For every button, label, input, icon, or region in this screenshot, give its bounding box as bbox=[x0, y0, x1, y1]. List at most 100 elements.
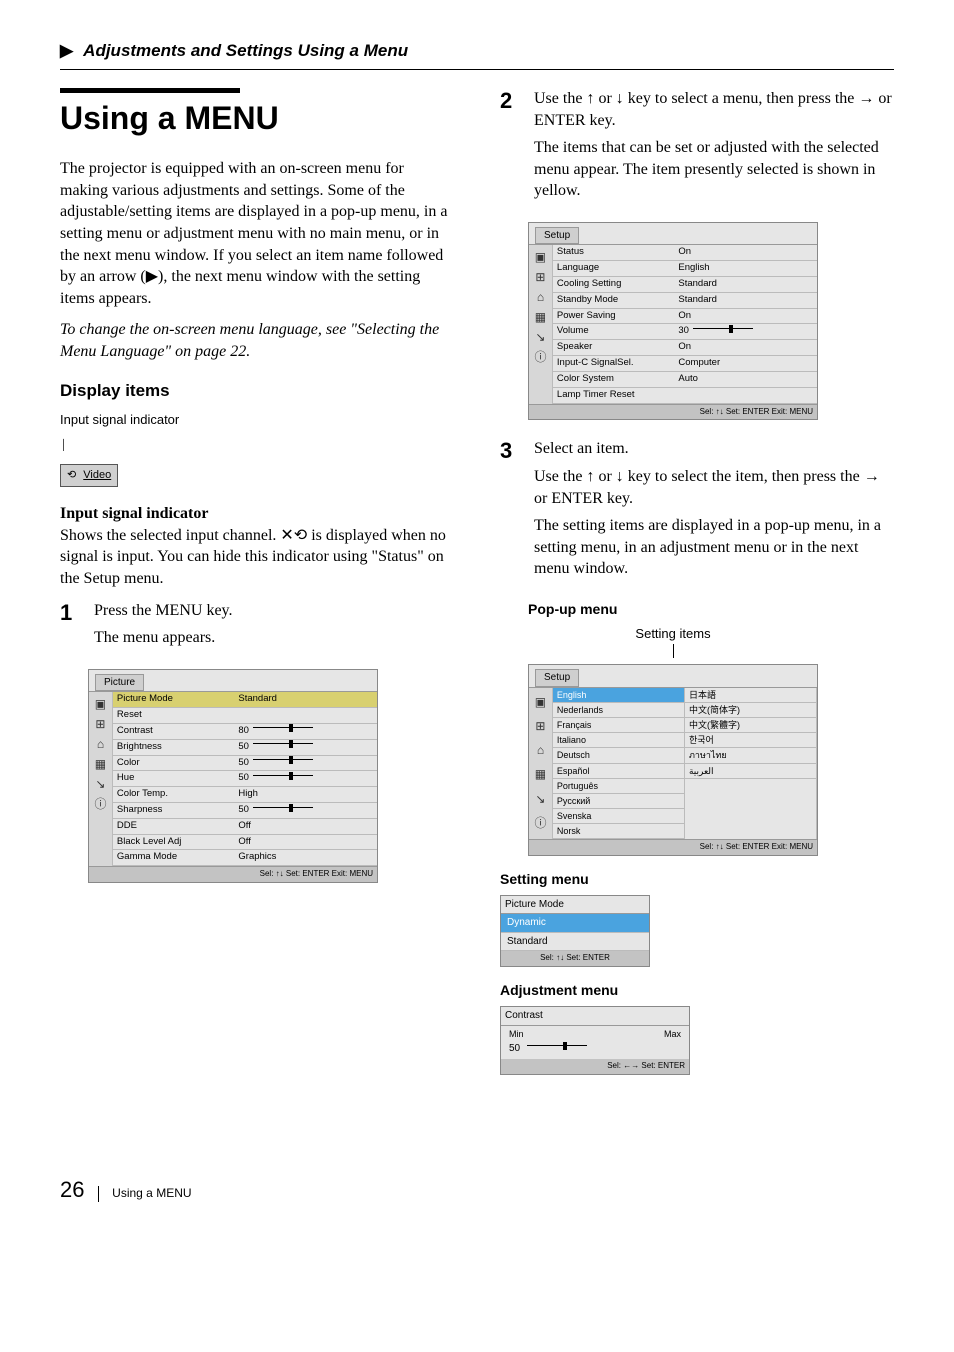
setting-option: Dynamic bbox=[501, 914, 649, 933]
no-signal-icon: ✕⟲ bbox=[280, 527, 307, 544]
osd-row: LanguageEnglish bbox=[553, 261, 817, 277]
osd-setup-tab: Setup bbox=[535, 227, 579, 245]
breadcrumb-marker: ▶ bbox=[60, 41, 73, 60]
osd-row: Hue50 bbox=[113, 771, 377, 787]
input-icon: ⟲ bbox=[67, 469, 76, 481]
adjustment-menu-box: Contrast Min Max 50 Sel: ←→ Set: ENTER bbox=[500, 1006, 690, 1075]
step-1-line1: Press the MENU key. bbox=[94, 600, 454, 622]
down-arrow-icon: ↓ bbox=[616, 468, 624, 485]
osd-icon: ⌂ bbox=[97, 738, 104, 750]
language-option: Norsk bbox=[553, 824, 684, 839]
osd-icon: ▣ bbox=[535, 251, 546, 263]
step-3-text: or ENTER key. bbox=[534, 490, 633, 507]
step-2-number: 2 bbox=[500, 88, 520, 208]
step-3: 3 Select an item. Use the ↑ or ↓ key to … bbox=[500, 438, 894, 586]
step-3-line2: The setting items are displayed in a pop… bbox=[534, 515, 894, 580]
osd-popup-footer: Sel: ↑↓ Set: ENTER Exit: MENU bbox=[529, 839, 817, 855]
page-number: 26 bbox=[60, 1177, 84, 1202]
up-arrow-icon: ↑ bbox=[586, 468, 594, 485]
step-2-line2: The items that can be set or adjusted wi… bbox=[534, 137, 894, 202]
osd-icon: ⓘ bbox=[534, 351, 546, 363]
language-option: 한국어 bbox=[685, 733, 816, 748]
osd-row: Picture ModeStandard bbox=[113, 692, 377, 707]
osd-row: StatusOn bbox=[553, 245, 817, 260]
page-footer-label: Using a MENU bbox=[112, 1186, 191, 1200]
osd-popup-icon-rail: ▣ ⊞ ⌂ ▦ ↘ ⓘ bbox=[529, 688, 553, 839]
language-option: Deutsch bbox=[553, 748, 684, 763]
osd-row: Input-C SignalSel.Computer bbox=[553, 356, 817, 372]
osd-picture-table: Picture ModeStandardResetContrast80Brigh… bbox=[113, 692, 377, 866]
video-indicator-text: Video bbox=[83, 469, 111, 481]
osd-setup: Setup ▣ ⊞ ⌂ ▦ ↘ ⓘ StatusOnLanguageEnglis… bbox=[528, 222, 818, 420]
step-2-text: or bbox=[598, 90, 615, 107]
language-option: العربية bbox=[685, 764, 816, 779]
display-items-heading: Display items bbox=[60, 380, 454, 403]
adjustment-menu-title: Contrast bbox=[501, 1007, 689, 1026]
setting-items-label: Setting items bbox=[635, 626, 710, 641]
step-1-number: 1 bbox=[60, 600, 80, 655]
setting-menu-heading: Setting menu bbox=[500, 870, 894, 889]
breadcrumb: ▶ Adjustments and Settings Using a Menu bbox=[60, 40, 894, 70]
step-1-line2: The menu appears. bbox=[94, 627, 454, 649]
osd-icon: ▦ bbox=[535, 311, 546, 323]
osd-icon: ↘ bbox=[95, 778, 105, 790]
osd-setup-footer: Sel: ↑↓ Set: ENTER Exit: MENU bbox=[529, 404, 817, 420]
osd-row: Color50 bbox=[113, 755, 377, 771]
osd-icon: ▦ bbox=[535, 766, 546, 782]
page-title: Using a MENU bbox=[60, 97, 454, 140]
osd-icon: ↘ bbox=[535, 791, 545, 807]
language-option: Italiano bbox=[553, 733, 684, 748]
osd-row: DDEOff bbox=[113, 818, 377, 834]
title-rule bbox=[60, 88, 240, 93]
language-option: English bbox=[553, 688, 684, 703]
setting-menu-title: Picture Mode bbox=[501, 896, 649, 915]
osd-icon: ⌂ bbox=[537, 291, 544, 303]
input-signal-indicator-label: Input signal indicator bbox=[60, 411, 454, 429]
language-option: Nederlands bbox=[553, 703, 684, 718]
osd-popup-tab: Setup bbox=[535, 669, 579, 687]
right-arrow-icon: → bbox=[864, 468, 880, 485]
step-3-text: or bbox=[598, 468, 615, 485]
osd-icon: ▣ bbox=[535, 694, 546, 710]
osd-row: Volume30 bbox=[553, 324, 817, 340]
setting-menu-box: Picture Mode DynamicStandard Sel: ↑↓ Set… bbox=[500, 895, 650, 967]
input-signal-heading: Input signal indicator bbox=[60, 505, 208, 522]
step-3-text: key to select the item, then press the bbox=[628, 468, 864, 485]
adj-max-label: Max bbox=[664, 1028, 681, 1040]
osd-row: Brightness50 bbox=[113, 739, 377, 755]
step-2-text: key to select a menu, then press the bbox=[628, 90, 859, 107]
osd-row: Reset bbox=[113, 708, 377, 724]
adj-min-label: Min bbox=[509, 1028, 524, 1040]
page-footer: 26 Using a MENU bbox=[60, 1175, 894, 1205]
osd-row: Color Temp.High bbox=[113, 787, 377, 803]
osd-icon: ⊞ bbox=[95, 718, 105, 730]
osd-popup-language: Setup ▣ ⊞ ⌂ ▦ ↘ ⓘ EnglishNederlandsFranç… bbox=[528, 664, 818, 856]
pointer-line bbox=[673, 644, 674, 658]
osd-icon: ⊞ bbox=[535, 271, 545, 283]
adjustment-menu-heading: Adjustment menu bbox=[500, 981, 894, 1000]
video-indicator-box: ⟲ Video bbox=[60, 464, 118, 487]
osd-row: Cooling SettingStandard bbox=[553, 277, 817, 293]
osd-icon: ⓘ bbox=[534, 815, 546, 831]
osd-picture-footer: Sel: ↑↓ Set: ENTER Exit: MENU bbox=[89, 866, 377, 882]
adj-slider bbox=[527, 1045, 587, 1051]
language-option: ภาษาไทย bbox=[685, 748, 816, 763]
step-2: 2 Use the ↑ or ↓ key to select a menu, t… bbox=[500, 88, 894, 208]
language-option: 中文(繁體字) bbox=[685, 718, 816, 733]
down-arrow-icon: ↓ bbox=[616, 90, 624, 107]
osd-icon: ↘ bbox=[535, 331, 545, 343]
osd-row: Lamp Timer Reset bbox=[553, 387, 817, 403]
osd-icon: ⓘ bbox=[94, 798, 106, 810]
osd-icon: ▦ bbox=[95, 758, 106, 770]
language-option: Svenska bbox=[553, 809, 684, 824]
intro-paragraph: The projector is equipped with an on-scr… bbox=[60, 158, 454, 309]
osd-row: SpeakerOn bbox=[553, 340, 817, 356]
osd-picture: Picture ▣ ⊞ ⌂ ▦ ↘ ⓘ Picture ModeStandard… bbox=[88, 669, 378, 883]
popup-menu-heading: Pop-up menu bbox=[528, 600, 894, 619]
language-option: Español bbox=[553, 764, 684, 779]
step-2-text: Use the bbox=[534, 90, 586, 107]
osd-row: Gamma ModeGraphics bbox=[113, 850, 377, 866]
step-3-number: 3 bbox=[500, 438, 520, 586]
pointer-tick: │ bbox=[60, 437, 67, 453]
up-arrow-icon: ↑ bbox=[586, 90, 594, 107]
